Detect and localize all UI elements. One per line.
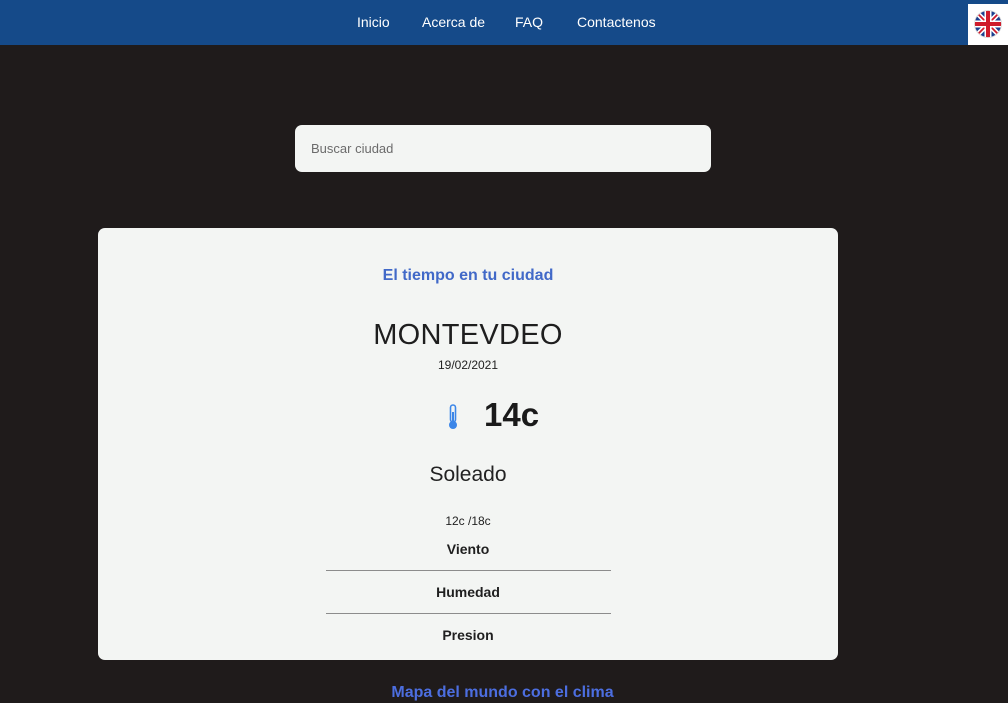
weather-card: El tiempo en tu ciudad MONTEVDEO 19/02/2… [98, 228, 838, 660]
thermometer-icon [449, 404, 457, 429]
weather-date: 19/02/2021 [437, 358, 499, 372]
nav-link-acerca-de[interactable]: Acerca de [422, 14, 485, 30]
top-navbar: Inicio Acerca de FAQ Contactenos [0, 0, 1008, 45]
detail-viento-label: Viento [446, 541, 490, 557]
divider [326, 613, 611, 614]
search-box [295, 125, 711, 172]
weather-condition: Soleado [429, 463, 507, 486]
world-weather-map-link[interactable]: Mapa del mundo con el clima [0, 684, 1005, 702]
nav-link-contactenos[interactable]: Contactenos [577, 14, 656, 30]
detail-presion[interactable]: Presion [326, 621, 610, 663]
detail-humedad-label: Humedad [436, 584, 500, 600]
language-switch-button[interactable] [968, 4, 1008, 45]
uk-flag-icon [974, 10, 1002, 38]
nav-link-inicio[interactable]: Inicio [357, 14, 390, 30]
city-name: MONTEVDEO [373, 319, 563, 351]
detail-presion-label: Presion [442, 627, 494, 643]
nav-link-faq[interactable]: FAQ [515, 14, 543, 30]
search-input[interactable] [311, 125, 695, 172]
temperature-value: 14c [484, 396, 540, 433]
min-max-temperature: 12c /18c [445, 514, 491, 528]
divider [326, 570, 611, 571]
weather-card-title: El tiempo en tu ciudad [382, 267, 554, 284]
